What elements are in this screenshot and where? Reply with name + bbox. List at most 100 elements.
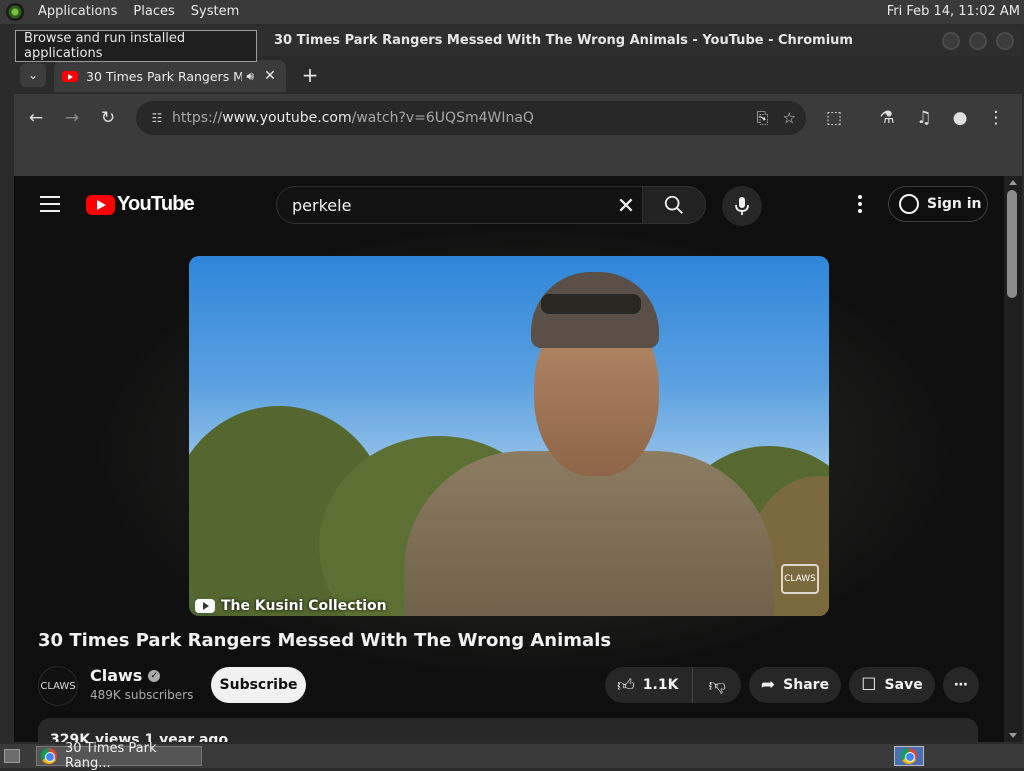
settings-more-icon[interactable] <box>850 192 870 216</box>
more-vert-icon: ⋮ <box>987 108 1005 128</box>
youtube-wordmark: YouTube <box>117 193 195 215</box>
channel-corner-logo: CLAWS <box>781 564 819 594</box>
chevron-down-icon: ⌄ <box>27 68 39 82</box>
tab-youtube-video[interactable]: 30 Times Park Rangers M 🔊︎ ✕ <box>54 60 286 92</box>
new-tab-button[interactable]: + <box>298 63 322 87</box>
like-dislike-group: 👍︎ 1.1K 👎︎ <box>605 667 741 703</box>
save-label: Save <box>884 677 923 693</box>
url-host: www.youtube.com <box>222 110 352 126</box>
search-input[interactable]: perkele <box>276 186 642 224</box>
video-owner-row: CLAWS Claws ✓ 489K subscribers Subscribe… <box>38 666 988 706</box>
page-scrollbar[interactable] <box>1004 176 1022 742</box>
chrome-menu-button[interactable]: ⋮ <box>984 106 1008 130</box>
audio-playing-icon[interactable]: 🔊︎ <box>246 69 254 84</box>
video-watermark: The Kusini Collection <box>195 598 387 614</box>
microphone-icon <box>735 197 749 215</box>
sign-in-button[interactable]: Sign in <box>888 186 988 222</box>
share-label: Share <box>783 677 830 693</box>
subscriber-count: 489K subscribers <box>90 688 194 702</box>
sign-in-label: Sign in <box>927 196 982 212</box>
reload-button[interactable]: ↻ <box>96 106 120 130</box>
top-panel: Applications Places System Fri Feb 14, 1… <box>0 0 1024 24</box>
panel-clock[interactable]: Fri Feb 14, 11:02 AM <box>887 0 1020 24</box>
workspace-switcher[interactable] <box>894 746 924 766</box>
verified-check-icon: ✓ <box>148 669 161 682</box>
youtube-page: YouTube perkele ✕ Sign in The Kusini Col… <box>14 176 1004 742</box>
address-bar[interactable]: ☷ https:// www.youtube.com /watch?v=6UQS… <box>136 101 806 135</box>
extensions-button[interactable]: ⬚ <box>822 106 846 130</box>
show-desktop-icon[interactable] <box>4 749 20 763</box>
more-actions-button[interactable]: ⋯ <box>943 667 979 703</box>
forward-button[interactable]: → <box>60 106 84 130</box>
subscribe-button[interactable]: Subscribe <box>211 667 306 703</box>
voice-search-button[interactable] <box>722 186 762 226</box>
reload-icon: ↻ <box>100 108 116 128</box>
youtube-favicon-icon <box>62 70 78 82</box>
chromium-icon <box>901 748 917 764</box>
puzzle-icon: ⬚ <box>825 108 843 128</box>
tab-close-button[interactable]: ✕ <box>262 68 278 84</box>
channel-avatar[interactable]: CLAWS <box>38 666 78 706</box>
account-circle-icon <box>899 194 919 214</box>
thumbs-down-icon: 👎︎ <box>708 675 726 696</box>
url-scheme: https:// <box>172 110 223 126</box>
labs-button[interactable]: ⚗ <box>875 106 899 130</box>
minimize-button[interactable] <box>942 32 960 50</box>
save-button[interactable]: ☐ Save <box>849 667 935 703</box>
arrow-left-icon: ← <box>28 108 44 128</box>
thumbs-up-icon: 👍︎ <box>617 675 635 696</box>
site-info-icon[interactable]: ☷ <box>142 111 172 125</box>
scroll-down-arrow-icon[interactable] <box>1009 733 1017 738</box>
channel-name[interactable]: Claws ✓ <box>90 666 161 685</box>
arrow-right-icon: → <box>64 108 80 128</box>
scroll-up-arrow-icon[interactable] <box>1009 180 1017 185</box>
clear-search-icon[interactable]: ✕ <box>612 192 640 220</box>
browser-toolbar: ← → ↻ ☷ https:// www.youtube.com /watch?… <box>14 94 1022 142</box>
guide-menu-icon[interactable] <box>40 196 60 212</box>
profile-icon: ● <box>952 108 968 128</box>
panel-menu-bar: Applications Places System <box>24 0 253 24</box>
dislike-button[interactable]: 👎︎ <box>693 667 741 703</box>
applications-menu[interactable]: Applications <box>30 0 125 24</box>
tab-search-dropdown-button[interactable]: ⌄ <box>20 63 46 87</box>
profile-button[interactable]: ● <box>948 106 972 130</box>
applications-tooltip: Browse and run installed applications <box>15 30 257 62</box>
install-app-icon[interactable]: ⎘ <box>757 109 769 127</box>
more-horiz-icon: ⋯ <box>954 677 968 693</box>
bookmark-bar <box>14 142 1022 176</box>
scrollbar-thumb[interactable] <box>1007 190 1017 298</box>
playlist-music-icon: ♫ <box>916 108 932 128</box>
taskbar-window-label: 30 Times Park Rang... <box>65 741 157 771</box>
youtube-play-icon <box>86 194 115 215</box>
url-path: /watch?v=6UQSm4WInaQ <box>351 110 534 126</box>
window-title: 30 Times Park Rangers Messed With The Wr… <box>274 33 853 48</box>
youtube-logo[interactable]: YouTube <box>86 193 195 216</box>
back-button[interactable]: ← <box>24 106 48 130</box>
like-button[interactable]: 👍︎ 1.1K <box>605 667 694 703</box>
bookmark-star-icon[interactable]: ☆ <box>783 109 796 127</box>
video-player[interactable]: The Kusini Collection CLAWS <box>189 256 829 616</box>
search-icon <box>664 195 683 214</box>
youtube-masthead: YouTube perkele ✕ Sign in <box>14 176 1004 232</box>
flask-icon: ⚗ <box>879 108 895 128</box>
tab-label: 30 Times Park Rangers M <box>86 68 243 84</box>
description-box[interactable]: 329K views 1 year ago <box>38 718 978 742</box>
applications-logo-icon[interactable] <box>6 3 24 21</box>
watermark-text: The Kusini Collection <box>221 598 387 614</box>
like-count: 1.1K <box>642 677 679 693</box>
share-button[interactable]: ➦ Share <box>749 667 841 703</box>
video-title: 30 Times Park Rangers Messed With The Wr… <box>38 630 612 651</box>
omnibox-actions: ⎘ ☆ <box>757 109 796 127</box>
channel-name-text: Claws <box>90 666 143 685</box>
bottom-taskbar: 30 Times Park Rang... <box>0 741 1024 771</box>
maximize-button[interactable] <box>969 32 987 50</box>
close-window-button[interactable] <box>996 32 1014 50</box>
bookmark-icon: ☐ <box>861 675 877 695</box>
places-menu[interactable]: Places <box>125 0 182 24</box>
search-button[interactable] <box>642 186 706 224</box>
chromium-icon <box>41 748 57 764</box>
share-arrow-icon: ➦ <box>760 675 776 695</box>
taskbar-window-chromium[interactable]: 30 Times Park Rang... <box>36 741 202 771</box>
system-menu[interactable]: System <box>183 0 247 24</box>
media-controls-button[interactable]: ♫ <box>912 106 936 130</box>
